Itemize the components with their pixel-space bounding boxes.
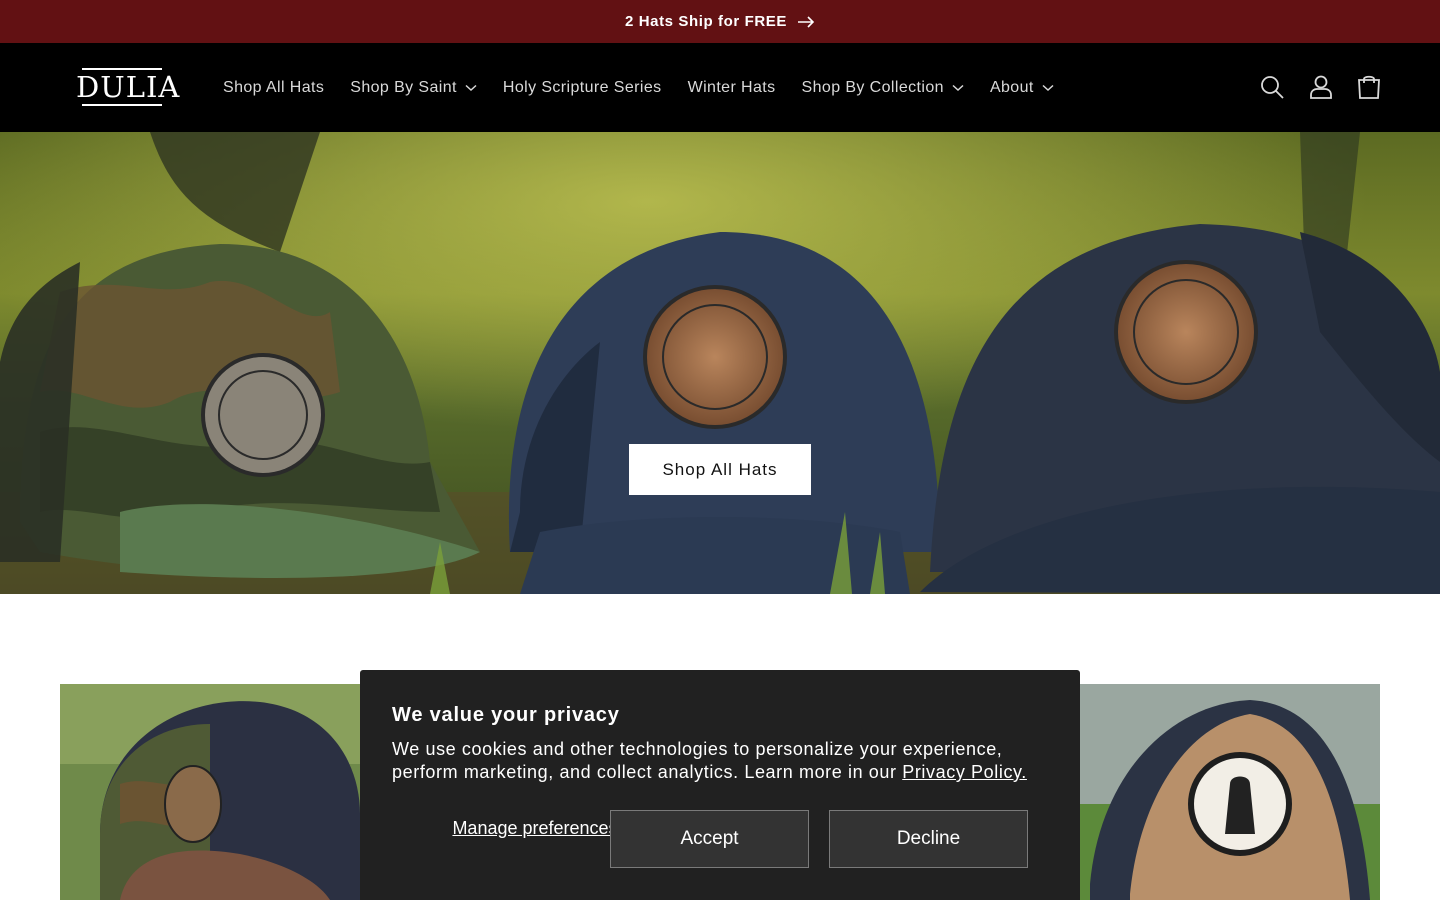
nav-label: Shop By Saint [350,78,457,96]
chevron-down-icon [465,84,477,91]
shop-all-hats-button[interactable]: Shop All Hats [629,444,811,495]
privacy-policy-link[interactable]: Privacy Policy. [902,762,1027,782]
logo[interactable]: DULIA [76,68,179,106]
nav-label: About [989,78,1034,96]
nav-label: Shop By Collection [801,78,944,96]
arrow-right-icon [798,15,815,28]
collection-image-left[interactable] [60,684,370,900]
cookie-banner: We value your privacy We use cookies and… [360,670,1080,900]
announcement-text: 2 Hats Ship for FREE [624,13,788,30]
logo-text: DULIA [76,70,181,104]
chevron-down-icon [952,84,964,91]
nav-winter-hats[interactable]: Winter Hats [675,43,789,132]
nav-shop-by-collection[interactable]: Shop By Collection [789,43,977,132]
cookie-text: We use cookies and other technologies to… [392,738,1052,784]
accept-button[interactable]: Accept [610,810,809,868]
nav-holy-scripture-series[interactable]: Holy Scripture Series [490,43,675,132]
site-header: DULIA Shop All Hats Shop By Saint Holy S… [0,43,1440,132]
nav-label: Winter Hats [687,78,776,96]
nav-shop-all-hats[interactable]: Shop All Hats [210,43,337,132]
nav-label: Shop All Hats [223,78,325,96]
main-nav: Shop All Hats Shop By Saint Holy Scriptu… [210,43,1067,132]
hero-banner: Shop All Hats [0,132,1440,594]
hero-image [0,132,1440,594]
logo-bottom-rule [82,104,162,106]
nav-label: Holy Scripture Series [502,78,662,96]
account-icon[interactable] [1308,74,1334,100]
manage-preferences-link[interactable]: Manage preferences [440,818,630,839]
collection-image-right[interactable] [1070,684,1380,900]
search-icon[interactable] [1259,74,1285,100]
nav-shop-by-saint[interactable]: Shop By Saint [337,43,490,132]
decline-button[interactable]: Decline [829,810,1028,868]
cart-icon[interactable] [1356,74,1382,100]
announcement-bar[interactable]: 2 Hats Ship for FREE [0,0,1440,43]
chevron-down-icon [1042,84,1054,91]
cookie-title: We value your privacy [392,704,620,726]
nav-about[interactable]: About [977,43,1067,132]
